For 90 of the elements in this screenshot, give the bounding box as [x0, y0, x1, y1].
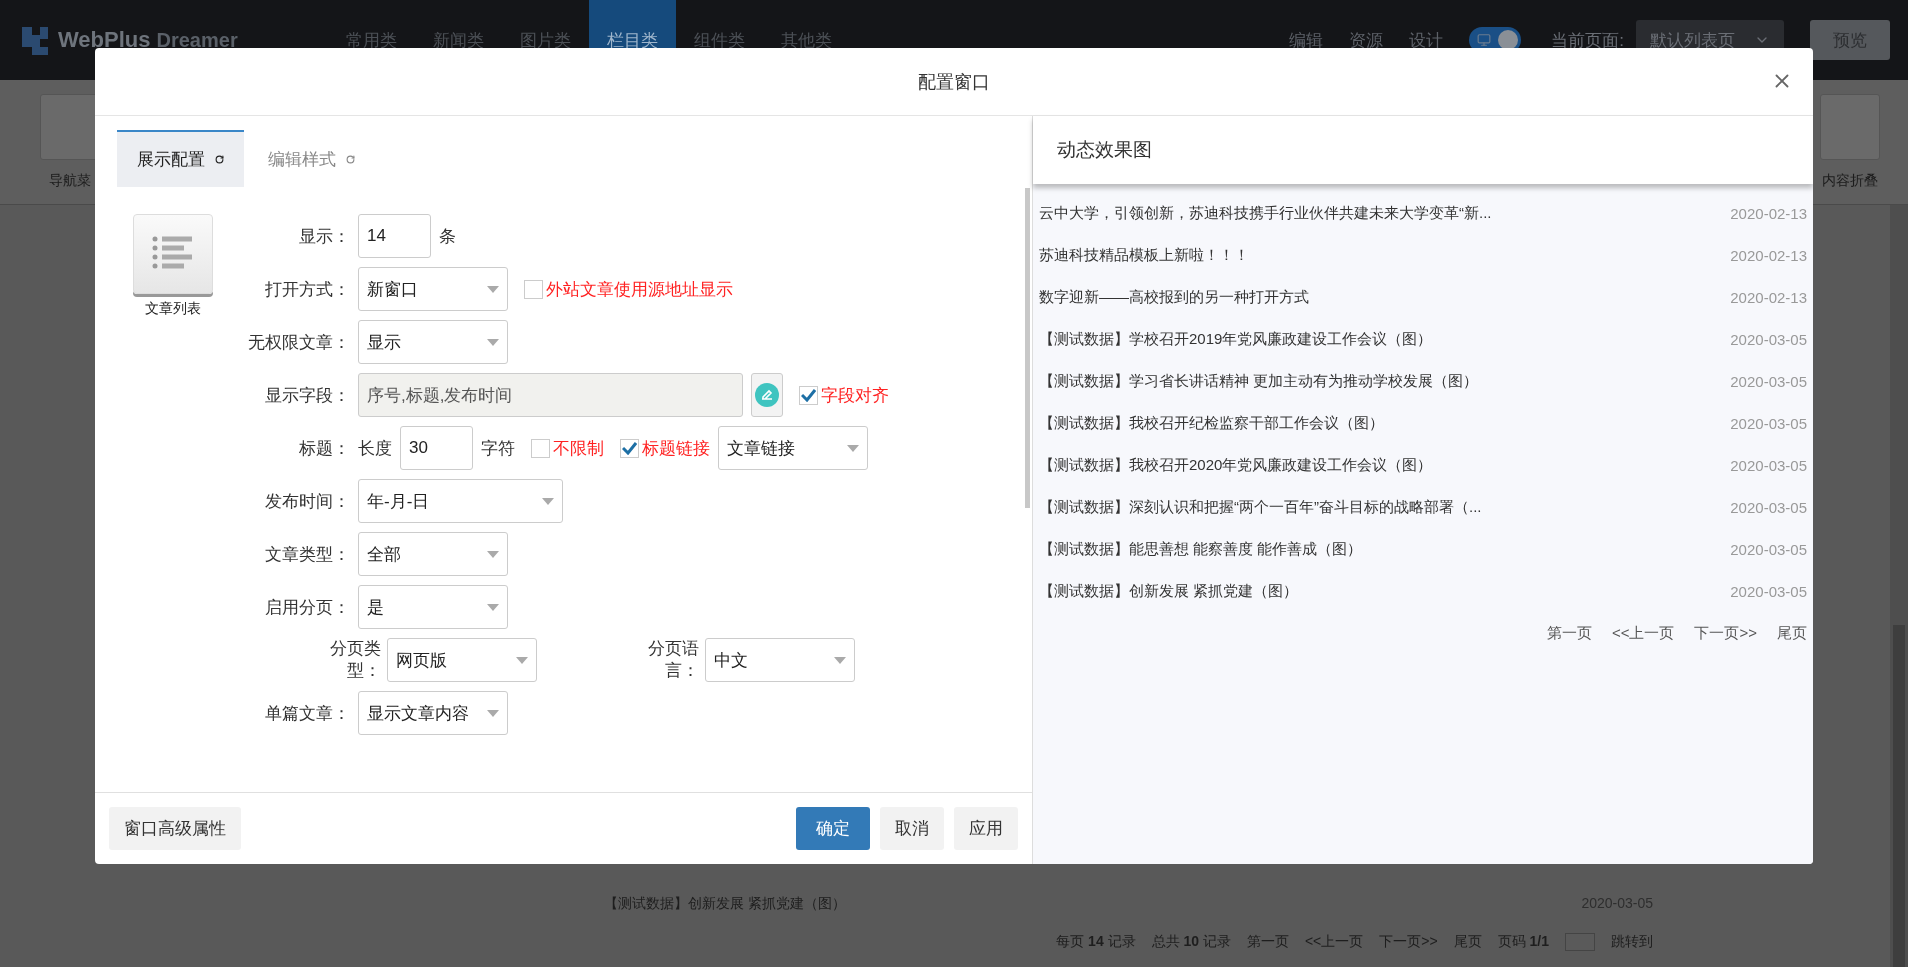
logo-subtext: Dreamer: [156, 28, 238, 52]
field-label: 分页类型：: [328, 638, 381, 683]
checkbox[interactable]: [620, 438, 639, 458]
unit-label: 长度: [358, 437, 392, 460]
preview-title: 动态效果图: [1057, 138, 1152, 162]
field-label: 显示：: [298, 225, 350, 248]
caret-icon: [847, 444, 859, 452]
checkbox-label: 字段对齐: [821, 384, 889, 407]
article-date: 2020-03-05: [1730, 330, 1807, 348]
article-date: 2020-03-05: [1730, 498, 1807, 516]
dialog-button[interactable]: 取消: [880, 807, 944, 850]
caret-icon: [487, 285, 499, 293]
article-title[interactable]: 数字迎新——高校报到的另一种打开方式: [1039, 287, 1309, 307]
field-label: 标题：: [298, 437, 350, 460]
checkbox-label: 外站文章使用源地址显示: [546, 278, 733, 301]
unit-label: 字符: [481, 437, 515, 460]
dialog-button[interactable]: 确定: [796, 807, 870, 850]
dialog-title: 配置窗口: [918, 70, 990, 94]
tab[interactable]: 编辑样式: [248, 130, 375, 187]
edit-button[interactable]: [751, 373, 783, 417]
article-date: 2020-03-05: [1730, 540, 1807, 558]
unit-label: 条: [439, 225, 456, 248]
article-date: 2020-03-05: [1730, 372, 1807, 390]
select-field[interactable]: 显示: [358, 320, 508, 364]
list-icon: [152, 236, 194, 272]
article-title[interactable]: 【测试数据】我校召开纪检监察干部工作会议（图）: [1039, 413, 1384, 433]
pager-link[interactable]: <<上一页: [1611, 624, 1675, 643]
article-title[interactable]: 【测试数据】深刻认识和把握“两个一百年”奋斗目标的战略部署（...: [1039, 497, 1482, 517]
checkbox-label: 标题链接: [642, 437, 710, 460]
dialog-button[interactable]: 应用: [954, 807, 1018, 850]
article-date: 2020-02-13: [1730, 246, 1807, 264]
caret-icon: [487, 603, 499, 611]
scrollbar[interactable]: [1890, 205, 1908, 967]
field-label: 显示字段：: [264, 384, 350, 407]
article-title[interactable]: 【测试数据】能思善想 能察善度 能作善成（图）: [1039, 539, 1363, 559]
caret-icon: [487, 709, 499, 717]
widget-label: 文章列表: [145, 300, 201, 318]
caret-icon: [515, 656, 528, 664]
checkbox[interactable]: [524, 279, 543, 299]
select-field[interactable]: 文章链接: [718, 426, 868, 470]
article-date: 2020-03-05: [1730, 456, 1807, 474]
pager-info: 页码 1/1: [1497, 933, 1549, 951]
monitor-icon: [1477, 33, 1492, 47]
field-label: 文章类型：: [264, 543, 350, 566]
select-field[interactable]: 是: [358, 585, 508, 629]
logo-text: WebPlus: [58, 27, 151, 53]
checkbox-label: 不限制: [553, 437, 604, 460]
article-title[interactable]: 【测试数据】我校召开2020年党风廉政建设工作会议（图）: [1039, 455, 1433, 475]
component-label: 导航菜: [49, 172, 91, 190]
article-title[interactable]: 【测试数据】学校召开2019年党风廉政建设工作会议（图）: [1039, 329, 1433, 349]
field-label: 打开方式：: [264, 278, 350, 301]
select-field[interactable]: 新窗口: [358, 267, 508, 311]
caret-icon: [487, 338, 499, 346]
current-page-label: 当前页面:: [1551, 29, 1624, 52]
field-label: 发布时间：: [264, 490, 350, 513]
field-label: 分页语言：: [646, 638, 699, 683]
article-date: 2020-03-05: [1730, 582, 1807, 600]
input-field[interactable]: 30: [400, 426, 473, 470]
caret-icon: [487, 550, 499, 558]
checkbox[interactable]: [531, 438, 550, 458]
checkbox[interactable]: [799, 385, 818, 405]
field-label: 单篇文章：: [264, 702, 350, 725]
article-title[interactable]: 【测试数据】创新发展 紧抓党建（图）: [1039, 581, 1299, 601]
field-label: 无权限文章：: [247, 331, 350, 354]
caret-icon: [542, 497, 554, 505]
refresh-icon: [215, 155, 224, 164]
pager-link[interactable]: 第一页: [1546, 624, 1592, 643]
pager-link[interactable]: 尾页: [1777, 624, 1807, 643]
field-label: 启用分页：: [264, 596, 350, 619]
refresh-icon: [346, 155, 355, 164]
article-date: 2020-03-05: [1730, 414, 1807, 432]
select-field[interactable]: 中文: [704, 638, 855, 683]
pager-link[interactable]: 下一页>>: [1694, 624, 1757, 643]
article-date: 2020-02-13: [1730, 204, 1807, 222]
select-field[interactable]: 年-月-日: [358, 479, 563, 523]
article-title[interactable]: 【测试数据】学习省长讲话精神 更加主动有为推动学校发展（图）: [1039, 371, 1479, 391]
component-label: 内容折叠: [1822, 172, 1878, 190]
input-field[interactable]: 14: [358, 214, 431, 258]
article-date: 2020-02-13: [1730, 288, 1807, 306]
article-title[interactable]: 云中大学，引领创新，苏迪科技携手行业伙伴共建未来大学变革“新...: [1039, 203, 1492, 223]
select-field[interactable]: 全部: [358, 532, 508, 576]
widget-card[interactable]: [133, 214, 213, 294]
tab[interactable]: 展示配置: [117, 130, 244, 187]
pager-info: 每页 14 记录: [1056, 933, 1136, 951]
pencil-icon: [755, 383, 779, 407]
article-title[interactable]: 苏迪科技精品模板上新啦！！！: [1039, 245, 1249, 265]
select-field[interactable]: 显示文章内容: [358, 691, 508, 736]
select-field[interactable]: 网页版: [386, 638, 537, 683]
caret-icon: [833, 656, 846, 664]
advanced-properties-button[interactable]: 窗口高级属性: [109, 807, 241, 850]
